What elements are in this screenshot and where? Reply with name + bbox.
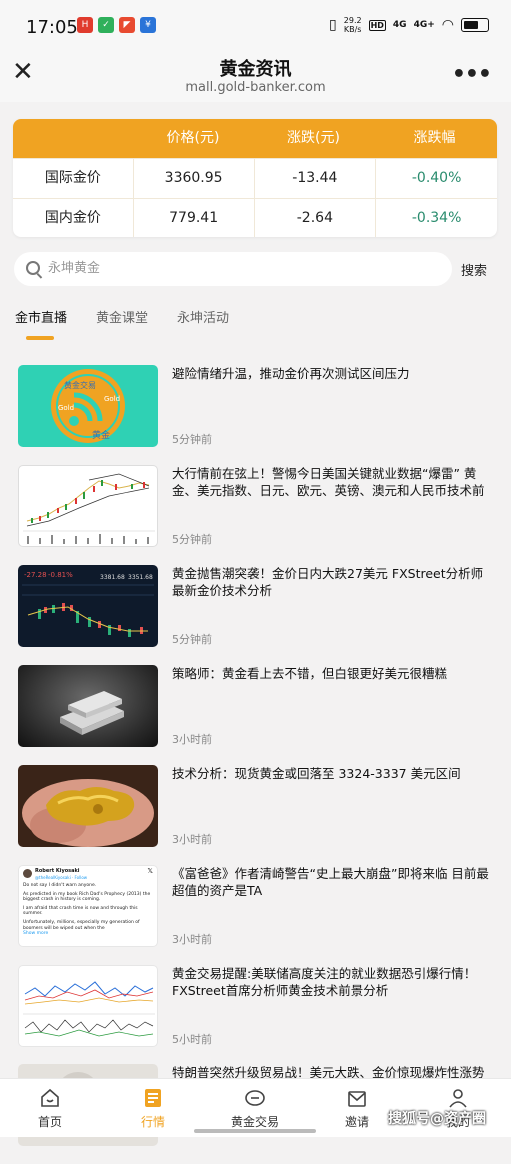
tab-yongkun-activities[interactable]: 永坤活动 <box>177 307 229 326</box>
news-item[interactable]: 技术分析：现货黄金或回落至 3324-3337 美元区间 3小时前 <box>0 765 511 865</box>
news-title: 大行情前在弦上！警惕今日美国关键就业数据“爆雷” 黄金、美元指数、日元、欧元、英… <box>172 466 485 498</box>
more-options-icon[interactable]: ••• <box>452 62 492 87</box>
news-item[interactable]: 黄金交易 Gold 黄金 Gold 避险情绪升温，推动金价再次测试区间压力 5分… <box>0 365 511 465</box>
home-icon <box>41 1088 59 1107</box>
news-thumbnail: -27.28 -0.81% 3381.68 3351.68 <box>18 565 158 647</box>
chart-low: 3351.68 <box>128 574 153 581</box>
red-app-icon: ◤ <box>119 17 135 33</box>
wifi-icon: ◠ <box>441 17 454 33</box>
header-pct: 涨跌幅 <box>413 130 456 146</box>
blue-app-icon: ¥ <box>140 17 156 33</box>
status-bar: 17:05 H ✓ ◤ ¥ ▯ 29.2 KB/s HD 4G 4G+ ◠ <box>0 0 511 50</box>
title-bar: ✕ 黄金资讯 mall.gold-banker.com ••• <box>0 50 511 102</box>
news-thumbnail <box>18 765 158 847</box>
battery-icon <box>461 18 489 32</box>
tab-gold-classroom[interactable]: 黄金课堂 <box>96 307 148 326</box>
news-time: 3小时前 <box>172 933 212 946</box>
nav-item-home[interactable]: 首页 <box>5 1079 95 1137</box>
news-title: 《富爸爸》作者清崎警告“史上最大崩盘”即将来临 目前最超值的资产是TA <box>172 866 489 898</box>
price-row-change: -13.44 <box>253 159 376 198</box>
active-tab-indicator <box>26 336 54 340</box>
search-bar[interactable] <box>14 252 452 286</box>
header-price: 价格(元) <box>166 130 220 146</box>
search-icon <box>26 261 40 275</box>
price-row-pct: -0.34% <box>375 199 497 237</box>
tweet-handle: @theRealKiyosaki · Follow <box>35 875 88 880</box>
news-title: 策略师：黄金看上去不错，但白银更好美元很糟糕 <box>172 666 448 681</box>
news-time: 3小时前 <box>172 733 212 746</box>
nav-label: 黄金交易 <box>230 1115 279 1129</box>
status-indicators: ▯ 29.2 KB/s HD 4G 4G+ ◠ <box>329 16 489 34</box>
news-time: 5小时前 <box>172 1033 212 1046</box>
mail-icon <box>348 1091 366 1107</box>
rss-word: Gold <box>58 404 74 412</box>
price-row-change: -2.64 <box>253 199 376 237</box>
price-row-price: 779.41 <box>132 199 254 237</box>
price-row-domestic[interactable]: 国内金价 779.41 -2.64 -0.34% <box>13 198 497 237</box>
chart-change: -27.28 <box>24 571 47 579</box>
header-name <box>13 119 133 158</box>
news-thumbnail <box>18 465 158 547</box>
news-title: 黄金抛售潮突袭！金价日内大跌27美元 FXStreet分析师最新金价技术分析 <box>172 566 484 598</box>
news-thumbnail <box>18 665 158 747</box>
page-title: 黄金资讯 <box>219 59 292 80</box>
news-item[interactable]: Robert Kiyosaki @theRealKiyosaki · Follo… <box>0 865 511 965</box>
tweet-author: Robert Kiyosaki <box>35 868 80 874</box>
news-item[interactable]: 黄金交易提醒:美联储高度关注的就业数据恐引爆行情！FXStreet首席分析师黄金… <box>0 965 511 1065</box>
news-time: 3小时前 <box>172 833 212 846</box>
price-row-price: 3360.95 <box>132 159 254 198</box>
status-app-icons: H ✓ ◤ ¥ <box>77 17 156 33</box>
chart-high: 3381.68 <box>100 574 125 581</box>
news-time: 5分钟前 <box>172 433 212 446</box>
news-thumbnail: Robert Kiyosaki @theRealKiyosaki · Follo… <box>18 865 158 947</box>
header-change: 涨跌(元) <box>287 130 340 146</box>
nav-label: 首页 <box>37 1115 62 1129</box>
news-item[interactable]: 大行情前在弦上！警惕今日美国关键就业数据“爆雷” 黄金、美元指数、日元、欧元、英… <box>0 465 511 565</box>
status-time: 17:05 <box>26 17 78 38</box>
chart-icon <box>145 1089 161 1107</box>
watermark: 搜狐号@资产圈 <box>388 1111 486 1127</box>
news-thumbnail <box>18 965 158 1047</box>
vibrate-icon: ▯ <box>329 17 337 33</box>
news-item[interactable]: -27.28 -0.81% 3381.68 3351.68 黄金抛售潮突袭！金价… <box>0 565 511 665</box>
nav-item-market[interactable]: 行情 <box>108 1079 198 1137</box>
news-tabs: 金市直播 黄金课堂 永坤活动 <box>15 307 258 326</box>
tab-gold-market-live[interactable]: 金市直播 <box>15 307 67 326</box>
shield-app-icon: ✓ <box>98 17 114 33</box>
rss-word: Gold <box>104 395 120 403</box>
news-time: 5分钟前 <box>172 633 212 646</box>
hd-icon: HD <box>368 19 386 31</box>
signal-4g-icon: 4G <box>392 20 407 30</box>
avatar <box>23 869 32 878</box>
news-title: 黄金交易提醒:美联储高度关注的就业数据恐引爆行情！FXStreet首席分析师黄金… <box>172 966 477 998</box>
rss-word: 黄金 <box>92 429 110 441</box>
gold-bar-icon <box>245 1090 265 1106</box>
price-row-name: 国际金价 <box>44 170 101 186</box>
news-title: 技术分析：现货黄金或回落至 3324-3337 美元区间 <box>172 766 461 781</box>
net-speed: 29.2 KB/s <box>343 16 362 34</box>
chart-change-pct: -0.81% <box>48 571 73 579</box>
home-indicator[interactable] <box>194 1129 316 1133</box>
price-table-header: 价格(元) 涨跌(元) 涨跌幅 <box>13 119 497 158</box>
user-icon <box>449 1089 467 1108</box>
gold-price-table: 价格(元) 涨跌(元) 涨跌幅 国际金价 3360.95 -13.44 -0.4… <box>13 119 497 237</box>
search-button[interactable]: 搜索 <box>461 260 487 279</box>
news-title: 避险情绪升温，推动金价再次测试区间压力 <box>172 366 410 381</box>
signal-4gplus-icon: 4G+ <box>413 20 435 30</box>
page-url: mall.gold-banker.com <box>185 80 326 95</box>
news-item[interactable]: 策略师：黄金看上去不错，但白银更好美元很糟糕 3小时前 <box>0 665 511 765</box>
notification-app-icon: H <box>77 17 93 33</box>
tweet-text: Do not say I didn't warn anyone. As pred… <box>23 883 151 937</box>
news-time: 5分钟前 <box>172 533 212 546</box>
x-logo-icon: 𝕏 <box>147 867 153 875</box>
rss-word: 黄金交易 <box>64 380 96 390</box>
nav-label: 行情 <box>140 1115 165 1129</box>
search-input[interactable] <box>48 252 428 286</box>
price-row-pct: -0.40% <box>375 159 497 198</box>
news-thumbnail: 黄金交易 Gold 黄金 Gold <box>18 365 158 447</box>
price-row-international[interactable]: 国际金价 3360.95 -13.44 -0.40% <box>13 158 497 198</box>
price-row-name: 国内金价 <box>44 210 101 226</box>
